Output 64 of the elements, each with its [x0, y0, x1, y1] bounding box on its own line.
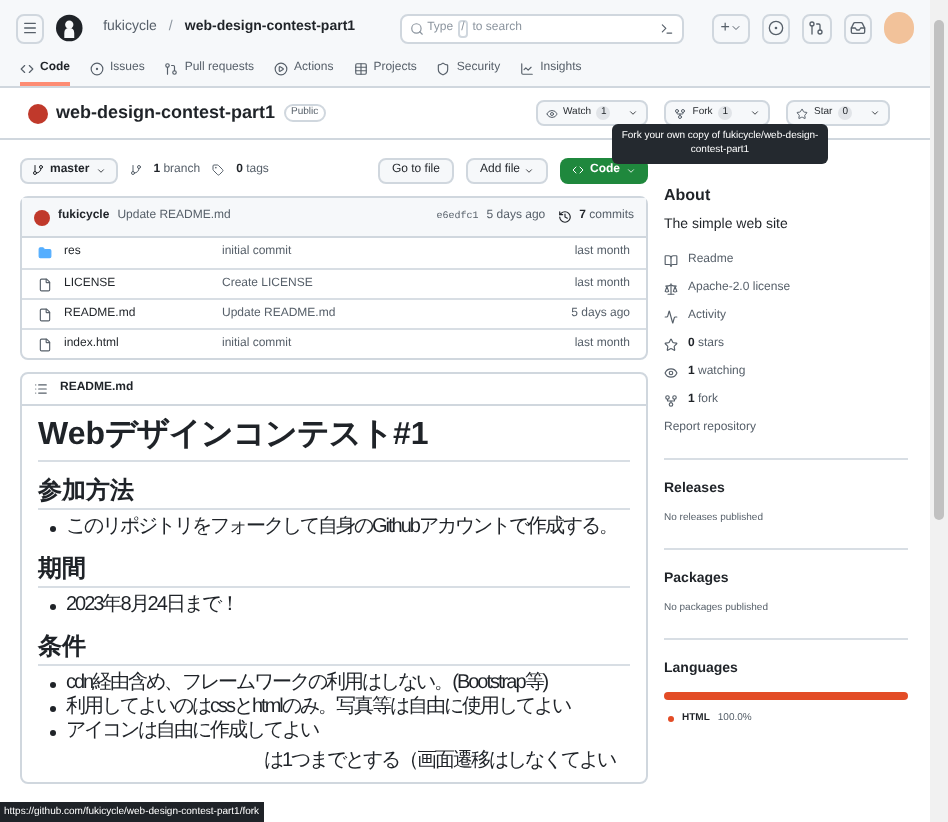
readme-heading: 条件	[38, 630, 630, 666]
caret-icon	[524, 165, 534, 175]
readme-list-item: 利用してよいのはcssとhtmlのみ。写真等は自由に使用してよい	[66, 696, 570, 719]
star-icon	[664, 337, 678, 351]
fork-icon	[664, 393, 678, 407]
branch-icon	[129, 164, 142, 176]
repo-name: web-design-contest-part1	[56, 99, 276, 126]
shield-icon	[436, 61, 451, 75]
caret-icon	[870, 108, 880, 118]
scale-icon	[664, 281, 678, 295]
bullet-icon	[50, 730, 56, 736]
readme-list-item: は1つまでとする（画面遷移はしなくてよい	[264, 750, 616, 774]
pull-request-icon	[164, 61, 179, 75]
bullet-icon	[50, 706, 56, 712]
star-icon	[796, 107, 809, 119]
inbox-button[interactable]	[843, 13, 872, 43]
caret-icon	[628, 108, 639, 118]
code-icon	[572, 164, 584, 176]
readme-title: Webデザインコンテスト#1	[38, 414, 630, 462]
history-icon	[557, 210, 572, 224]
caret-icon	[729, 22, 742, 34]
readme-list-item: アイコンは自由に作成してよい	[66, 720, 318, 744]
eye-icon	[545, 107, 557, 119]
circle-dot-icon	[90, 61, 104, 75]
readme-list-item: cdn経由含め、フレームワークの利用はしない。(Bootstrap等)	[66, 672, 548, 695]
tag-icon	[212, 164, 225, 176]
fork-icon	[674, 107, 687, 119]
inbox-icon	[849, 20, 866, 36]
caret-icon	[95, 165, 106, 175]
issues-button[interactable]	[761, 13, 791, 43]
bullet-icon	[50, 682, 56, 688]
readme-list-item: このリポジトリをフォークして自身のGithubアカウントで作成する。	[66, 516, 617, 540]
play-icon	[274, 61, 289, 75]
caret-icon	[750, 108, 761, 118]
readme-heading: 期間	[38, 552, 630, 588]
eye-icon	[664, 365, 678, 379]
readme-list-item: 2023年8月24日まで！	[66, 594, 238, 618]
graph-icon	[520, 61, 535, 75]
branch-icon	[32, 164, 44, 176]
bullet-icon	[50, 604, 56, 610]
table-icon	[353, 61, 368, 75]
terminal-icon	[660, 21, 675, 35]
new-button[interactable]: +	[712, 13, 750, 43]
file-icon	[38, 307, 52, 321]
code-icon	[20, 61, 34, 75]
about-heading: About	[664, 184, 713, 208]
search-icon	[409, 21, 424, 35]
circle-dot-icon	[768, 20, 785, 36]
menu-button[interactable]	[16, 13, 45, 43]
caret-icon	[626, 165, 636, 175]
file-icon	[38, 277, 52, 291]
menu-icon	[22, 20, 39, 36]
pull-request-icon	[808, 20, 825, 36]
pull-requests-button[interactable]	[802, 13, 832, 43]
folder-icon	[38, 246, 52, 260]
logo-icon	[56, 14, 84, 42]
readme-heading: 参加方法	[38, 474, 630, 510]
owner-avatar	[28, 103, 48, 123]
bullet-icon	[50, 526, 56, 532]
pulse-icon	[664, 309, 678, 323]
book-icon	[664, 253, 678, 267]
author-avatar	[34, 209, 50, 225]
list-icon	[34, 382, 48, 396]
file-icon	[38, 337, 52, 351]
